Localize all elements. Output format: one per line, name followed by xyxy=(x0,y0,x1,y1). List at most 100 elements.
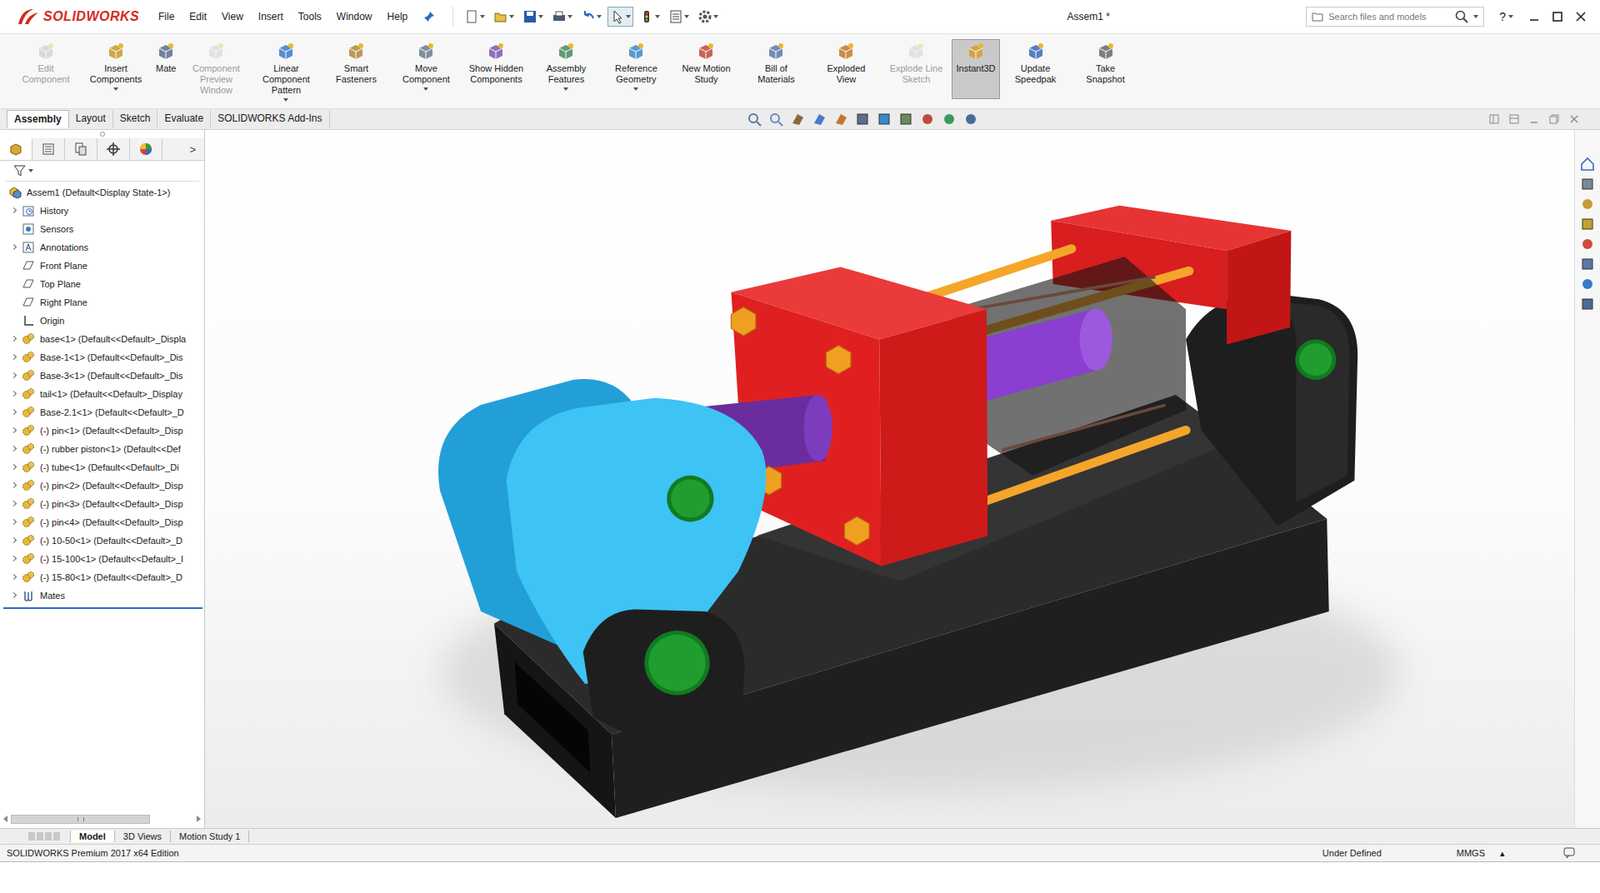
view-tool-icon[interactable] xyxy=(898,111,915,127)
ribbon-button[interactable]: Assembly Features xyxy=(531,39,600,100)
search-box[interactable]: Search files and models xyxy=(1305,6,1485,27)
tab-nav-icon[interactable] xyxy=(36,832,44,841)
tree-item[interactable]: (-) tube<1> (Default<<Default>_Di xyxy=(0,458,205,477)
expand-toggle[interactable] xyxy=(11,537,19,545)
tree-item[interactable]: Base-1<1> (Default<<Default>_Dis xyxy=(0,348,205,367)
more-tabs-button[interactable]: > xyxy=(180,143,205,156)
rollback-bar[interactable] xyxy=(3,607,203,610)
expand-toggle[interactable] xyxy=(11,464,19,471)
split-icon[interactable] xyxy=(1488,113,1500,125)
bottom-tab[interactable]: Motion Study 1 xyxy=(170,830,250,843)
dropdown-caret[interactable] xyxy=(633,87,639,91)
menu-item[interactable]: Edit xyxy=(189,10,207,23)
dropdown-caret[interactable] xyxy=(283,98,289,102)
quick-button[interactable] xyxy=(607,6,634,27)
panel-tab[interactable] xyxy=(97,138,130,160)
expand-toggle[interactable] xyxy=(11,445,19,453)
panel-grip[interactable] xyxy=(0,130,205,139)
tree-item[interactable]: Right Plane xyxy=(0,293,205,312)
ribbon-button[interactable]: Exploded View xyxy=(811,39,880,100)
quick-button[interactable] xyxy=(695,6,721,27)
ribbon-button[interactable]: Reference Geometry xyxy=(601,39,670,100)
expand-toggle[interactable] xyxy=(11,244,19,251)
task-pane-icon[interactable] xyxy=(1580,236,1595,252)
expand-toggle[interactable] xyxy=(11,482,19,490)
quick-button[interactable] xyxy=(636,6,663,27)
view-tool-icon[interactable] xyxy=(790,111,807,127)
front-bracket[interactable] xyxy=(583,610,745,749)
view-tool-icon[interactable] xyxy=(746,111,764,127)
dropdown-caret[interactable] xyxy=(28,169,34,173)
tree-item[interactable]: Origin xyxy=(0,311,205,330)
expand-toggle[interactable] xyxy=(11,335,19,343)
scroll-thumb[interactable] xyxy=(10,815,150,825)
menu-item[interactable]: Tools xyxy=(298,10,322,23)
magnifier-icon[interactable] xyxy=(1455,10,1469,24)
task-pane-icon[interactable] xyxy=(1580,276,1595,292)
tree-item[interactable]: Base-3<1> (Default<<Default>_Dis xyxy=(0,366,205,385)
scroll-left-icon[interactable] xyxy=(3,815,8,823)
assembly-model[interactable] xyxy=(205,130,1575,829)
tree-item[interactable]: Mates xyxy=(0,586,205,605)
tree-item[interactable]: Top Plane xyxy=(0,275,205,294)
tree-item[interactable]: Annotations xyxy=(0,238,205,257)
tree-item[interactable]: Base-2.1<1> (Default<<Default>_D xyxy=(0,403,205,422)
dropdown-caret[interactable] xyxy=(563,87,569,91)
task-pane-icon[interactable] xyxy=(1580,256,1595,272)
view-tool-icon[interactable] xyxy=(963,111,980,127)
minimize-icon[interactable] xyxy=(1528,113,1540,125)
bottom-tab[interactable]: 3D Views xyxy=(115,830,171,843)
pin-icon[interactable] xyxy=(422,10,436,24)
unit-system[interactable]: MMGS xyxy=(1456,848,1485,859)
task-pane-icon[interactable] xyxy=(1580,216,1595,232)
help-button[interactable]: ? xyxy=(1492,10,1520,24)
menu-item[interactable]: Help xyxy=(387,10,409,23)
ribbon-button[interactable]: Update Speedpak xyxy=(1001,39,1070,100)
tab-nav-icon[interactable] xyxy=(45,832,52,841)
command-tab[interactable]: Sketch xyxy=(113,110,159,129)
quick-button[interactable] xyxy=(665,6,692,27)
ribbon-button[interactable]: Bill of Materials xyxy=(741,39,810,100)
expand-toggle[interactable] xyxy=(11,372,19,380)
quick-button[interactable] xyxy=(578,6,605,27)
dropdown-caret[interactable] xyxy=(423,87,429,91)
ribbon-button[interactable]: Show Hidden Components xyxy=(461,39,530,100)
close-icon[interactable] xyxy=(1575,10,1587,23)
tree-item[interactable]: base<1> (Default<<Default>_Displa xyxy=(0,330,205,349)
expand-toggle[interactable] xyxy=(11,207,19,215)
bottom-tab[interactable]: Model xyxy=(70,830,115,843)
view-tool-icon[interactable] xyxy=(768,111,785,127)
quick-button[interactable] xyxy=(461,6,488,27)
minimize-icon[interactable] xyxy=(1528,10,1540,23)
filter-icon[interactable] xyxy=(13,164,27,178)
maximize-icon[interactable] xyxy=(1551,10,1564,23)
tree-item[interactable]: (-) pin<1> (Default<<Default>_Disp xyxy=(0,421,205,440)
tree-item[interactable]: (-) 15-80<1> (Default<<Default>_D xyxy=(0,568,205,587)
expand-toggle[interactable] xyxy=(11,519,19,526)
tree-item[interactable]: (-) pin<2> (Default<<Default>_Disp xyxy=(0,476,205,495)
menu-item[interactable]: File xyxy=(158,10,175,23)
menu-item[interactable]: Window xyxy=(336,10,373,23)
tree-root[interactable]: Assem1 (Default<Display State-1>) xyxy=(0,183,205,202)
tree-item[interactable]: (-) pin<3> (Default<<Default>_Disp xyxy=(0,495,205,514)
task-pane-icon[interactable] xyxy=(1580,296,1595,312)
ribbon-button[interactable]: New Motion Study xyxy=(671,39,740,100)
tree-item[interactable]: Sensors xyxy=(0,220,205,239)
tree-item[interactable]: tail<1> (Default<<Default>_Display xyxy=(0,385,205,404)
task-pane-icon[interactable] xyxy=(1580,176,1595,192)
horizontal-scrollbar[interactable] xyxy=(0,813,205,825)
expand-toggle[interactable] xyxy=(11,555,19,563)
command-tab[interactable]: Layout xyxy=(69,110,114,129)
quick-button[interactable] xyxy=(549,6,575,27)
ribbon-button[interactable]: Insert Components xyxy=(81,39,150,100)
ribbon-button[interactable]: Instant3D xyxy=(951,39,1000,100)
expand-toggle[interactable] xyxy=(11,500,19,508)
tree-item[interactable]: (-) 10-50<1> (Default<<Default>_D xyxy=(0,531,205,550)
view-tool-icon[interactable] xyxy=(811,111,829,127)
panel-tab[interactable] xyxy=(130,138,163,160)
graphics-area[interactable] xyxy=(205,130,1575,829)
menu-item[interactable]: View xyxy=(221,10,244,23)
tree-item[interactable]: (-) pin<4> (Default<<Default>_Disp xyxy=(0,513,205,532)
view-tool-icon[interactable] xyxy=(876,111,894,127)
panel-tab[interactable] xyxy=(32,138,65,160)
